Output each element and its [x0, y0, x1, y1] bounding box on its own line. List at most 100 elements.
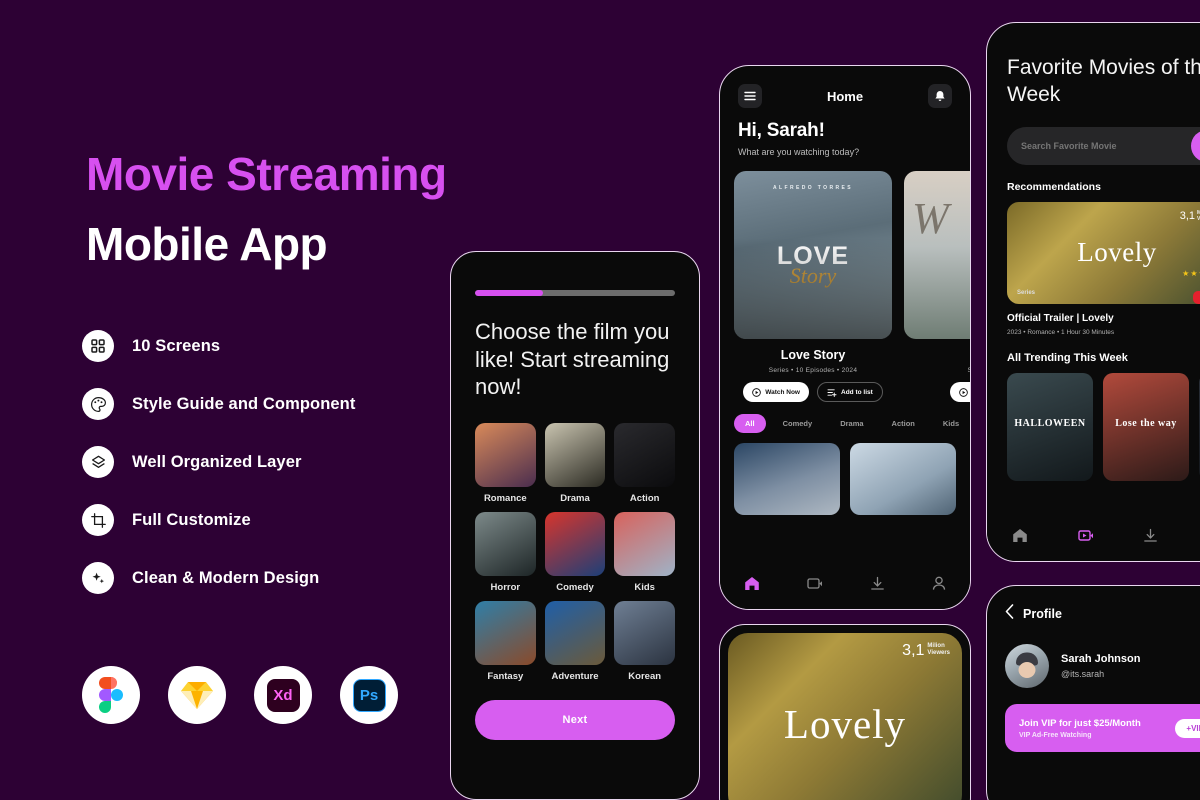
headline-accent: Movie Streaming — [86, 148, 447, 200]
movie-poster: ALFREDO TORRES LOVE Story — [734, 171, 892, 339]
movie-meta: Series • 10 Episodes • 2024 — [768, 367, 858, 374]
profile-name: Sarah Johnson — [1061, 653, 1141, 665]
download-icon[interactable] — [1143, 528, 1158, 548]
vip-banner[interactable]: Join VIP for just $25/Month VIP Ad-Free … — [1005, 704, 1200, 752]
filter-chip-comedy[interactable]: Comedy — [772, 414, 824, 433]
onboarding-title: Choose the film you like! Start streamin… — [475, 319, 670, 400]
profile-handle: @its.sarah — [1061, 669, 1105, 679]
page-title: Home — [826, 88, 864, 104]
greeting-title: Hi, Sarah! — [738, 120, 825, 141]
feature-item-layers: Well Organized Layer — [82, 444, 502, 480]
vip-title: Join VIP for just $25/Month — [1019, 717, 1141, 729]
vip-join-button[interactable]: +VIP — [1175, 718, 1200, 738]
feature-item-design: Clean & Modern Design — [82, 560, 502, 596]
search-bar[interactable] — [1007, 126, 1200, 165]
movie-meta: Series • 1 — [904, 367, 970, 374]
recommendation-title: Official Trailer | Lovely — [1007, 312, 1114, 324]
next-button[interactable]: Next — [475, 700, 675, 741]
genre-thumbnail — [544, 512, 606, 577]
movie-card[interactable]: W Wa Series • 1 Watch Now — [904, 171, 970, 402]
progress-bar — [475, 290, 675, 296]
genre-cell[interactable]: Kids — [614, 512, 675, 593]
grid-icon — [82, 330, 114, 362]
add-to-list-button[interactable]: Add to list — [817, 382, 883, 402]
adobe-xd-logo: Xd — [254, 666, 312, 724]
filter-chip-kids[interactable]: Kids — [932, 414, 970, 433]
home-icon[interactable] — [744, 576, 760, 596]
viewers-unit-2: Viewers — [927, 649, 950, 656]
feature-item-customize: Full Customize — [82, 502, 502, 538]
search-button[interactable] — [1191, 129, 1200, 162]
genre-cell[interactable]: Comedy — [544, 512, 606, 593]
poster-logo-main: W — [912, 194, 949, 243]
sketch-logo — [168, 666, 226, 724]
search-input[interactable] — [1021, 140, 1200, 151]
genre-cell[interactable]: Romance — [475, 423, 536, 504]
favorites-heading: Favorite Movies of the Week — [1007, 56, 1200, 106]
movie-title: Love Story — [780, 348, 846, 362]
person-icon[interactable] — [932, 576, 946, 596]
recommendations-label: Recommendations — [1007, 180, 1101, 193]
views-number: 3,1 — [1179, 209, 1195, 222]
vip-subtitle: VIP Ad-Free Watching — [1019, 731, 1092, 739]
filter-chip-drama[interactable]: Drama — [829, 414, 874, 433]
movie-poster: W — [904, 171, 970, 339]
bottom-nav[interactable] — [720, 563, 970, 609]
genre-cell[interactable]: Horror — [475, 512, 536, 593]
watch-now-button[interactable]: Watch Now — [950, 382, 970, 402]
download-icon[interactable] — [870, 576, 885, 596]
recommendation-card[interactable]: Lovely 3,1 Milion Viewers Series — [1007, 201, 1200, 304]
recommendation-poster-title: Lovely — [1077, 237, 1157, 268]
tool-logos: Xd Ps — [82, 666, 398, 724]
figma-logo — [82, 666, 140, 724]
genre-cell[interactable]: Adventure — [544, 601, 606, 682]
genre-thumbnail — [614, 512, 675, 577]
photoshop-label: Ps — [352, 678, 386, 712]
filter-chip-all[interactable]: All — [734, 414, 766, 433]
feature-label: Full Customize — [132, 510, 251, 529]
trending-card[interactable]: Lose the way — [1103, 372, 1189, 481]
genre-filter-chips[interactable]: All Comedy Drama Action Kids — [720, 402, 970, 433]
watch-now-button[interactable]: Watch Now — [743, 382, 809, 402]
crop-icon — [82, 504, 114, 536]
feature-label: Style Guide and Component — [132, 394, 356, 413]
favorites-screen: Favorite Movies of the Week Recommendati… — [986, 22, 1200, 562]
genre-cell[interactable]: Drama — [544, 423, 606, 504]
hamburger-icon[interactable] — [738, 84, 762, 108]
feature-item-screens: 10 Screens — [82, 328, 502, 364]
genre-cell[interactable]: Korean — [614, 601, 675, 682]
video-icon[interactable] — [1077, 529, 1094, 547]
trending-row[interactable]: HALLOWEEN Lose the way — [1007, 372, 1200, 481]
profile-user-row: Sarah Johnson @its.sarah — [1005, 644, 1200, 688]
home-icon[interactable] — [1012, 528, 1028, 548]
feature-label: Well Organized Layer — [132, 452, 302, 471]
genre-name: Horror — [490, 582, 521, 594]
filter-chip-action[interactable]: Action — [881, 414, 926, 433]
genre-thumbnail — [544, 601, 606, 666]
thumbnail-row[interactable] — [720, 433, 970, 515]
rain-window-thumb[interactable] — [850, 443, 956, 515]
feature-list: 10 Screens Style Guide and Component Wel… — [82, 328, 502, 618]
genre-thumbnail — [614, 423, 675, 488]
play-icon — [752, 387, 762, 397]
genre-thumbnail — [475, 512, 536, 577]
movie-card[interactable]: ALFREDO TORRES LOVE Story Love Story Ser… — [734, 171, 892, 402]
genre-name: Fantasy — [487, 671, 524, 683]
video-icon[interactable] — [807, 577, 823, 595]
korean-drama-thumb[interactable] — [734, 443, 840, 515]
profile-header: Profile — [1005, 604, 1200, 624]
genre-cell[interactable]: Fantasy — [475, 601, 536, 682]
chevron-left-icon[interactable] — [1005, 604, 1014, 624]
layers-icon — [82, 446, 114, 478]
genre-cell[interactable]: Action — [614, 423, 675, 504]
trending-card[interactable]: HALLOWEEN — [1007, 372, 1093, 481]
bell-icon[interactable] — [928, 84, 952, 108]
viewers-unit-1: Milion — [927, 643, 945, 649]
lovely-hero-screen: 3,1 Milion Viewers Lovely — [719, 624, 971, 800]
genre-thumbnail — [475, 601, 536, 666]
home-topbar: Home — [720, 66, 970, 108]
movie-carousel[interactable]: ALFREDO TORRES LOVE Story Love Story Ser… — [720, 157, 970, 402]
genre-thumbnail — [614, 601, 675, 666]
onboarding-screen: Choose the film you like! Start streamin… — [450, 251, 700, 800]
bottom-nav[interactable] — [987, 515, 1200, 561]
